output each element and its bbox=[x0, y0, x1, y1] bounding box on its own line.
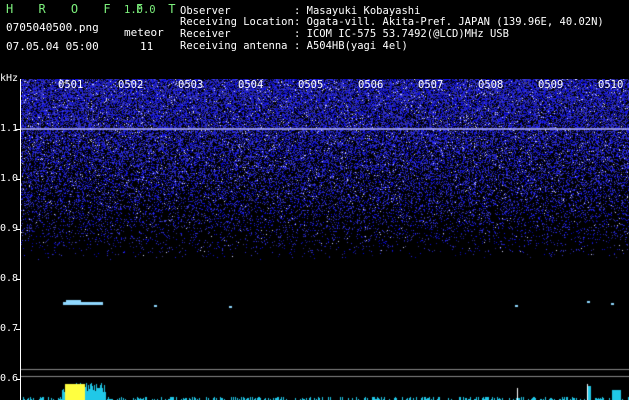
meteor-label: meteor bbox=[124, 26, 164, 39]
x-tick-label: 0506 bbox=[358, 79, 384, 91]
antenna-value: : A504HB(yagi 4el) bbox=[294, 40, 408, 52]
spectrogram-canvas bbox=[21, 79, 629, 400]
receiver-row: Receiver : ICOM IC-575 53.7492(@LCD)MHz U… bbox=[180, 29, 509, 40]
app-title: H R O F F T bbox=[6, 2, 185, 16]
y-unit-label: kHz bbox=[0, 73, 19, 84]
meteor-count: 11 bbox=[140, 40, 154, 53]
antenna-row: Receiving antenna : A504HB(yagi 4el) bbox=[180, 41, 408, 52]
receiver-label: Receiver bbox=[180, 28, 231, 40]
x-tick-label: 0501 bbox=[58, 79, 84, 91]
receiver-value: : ICOM IC-575 53.7492(@LCD)MHz USB bbox=[294, 28, 509, 40]
date-time: 07.05.04 05:00 bbox=[6, 40, 99, 53]
file-name: 0705040500.png bbox=[6, 21, 99, 34]
x-tick-label: 0503 bbox=[178, 79, 204, 91]
x-tick-label: 0504 bbox=[238, 79, 264, 91]
x-tick-label: 0510 bbox=[598, 79, 624, 91]
app-version: 1.0.0 bbox=[124, 4, 156, 16]
x-tick-label: 0508 bbox=[478, 79, 504, 91]
location-row: Receiving Location: Ogata-vill. Akita-Pr… bbox=[180, 17, 604, 28]
x-tick-label: 0507 bbox=[418, 79, 444, 91]
location-value: : Ogata-vill. Akita-Pref. JAPAN (139.96E… bbox=[294, 16, 604, 28]
x-tick-label: 0502 bbox=[118, 79, 144, 91]
location-label: Receiving Location bbox=[180, 16, 294, 28]
antenna-label: Receiving antenna bbox=[180, 40, 288, 52]
x-tick-label: 0505 bbox=[298, 79, 324, 91]
x-tick-label: 0509 bbox=[538, 79, 564, 91]
